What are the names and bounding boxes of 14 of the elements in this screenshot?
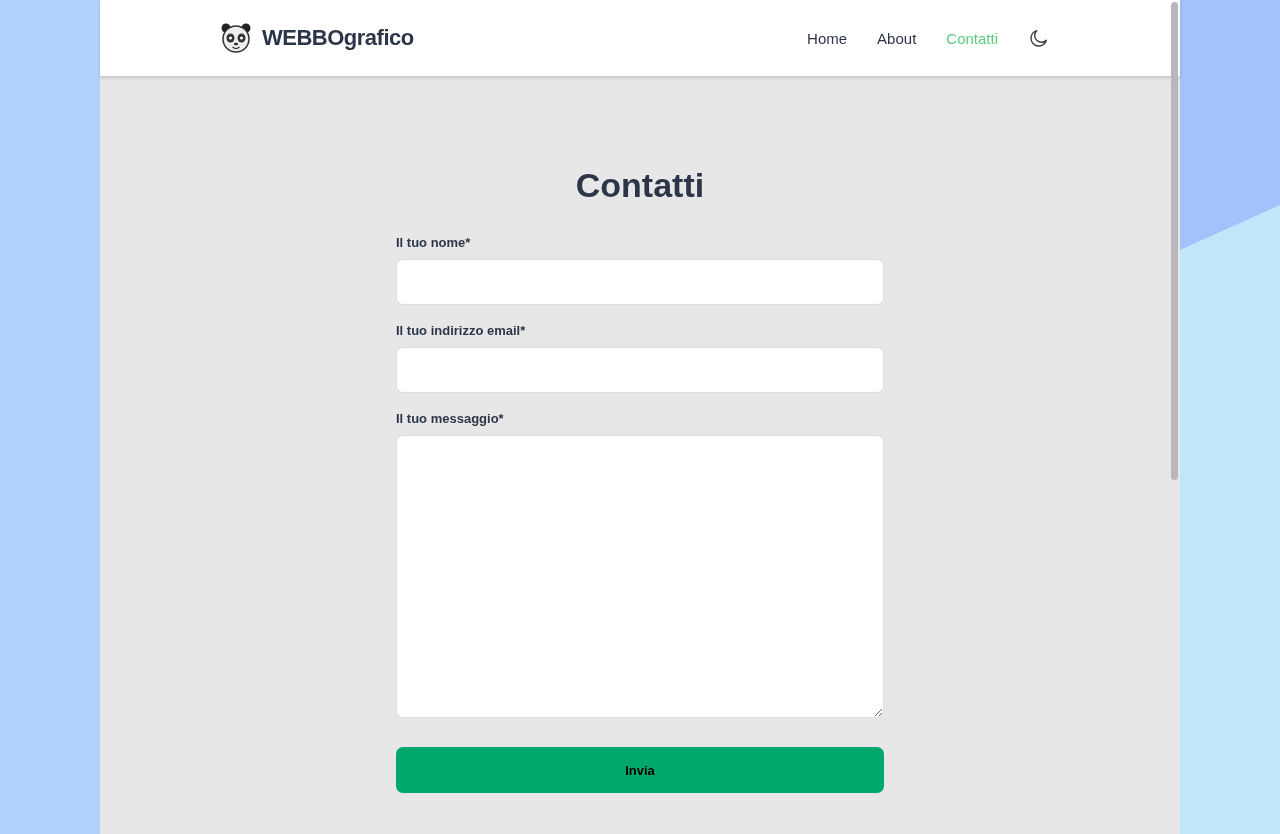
panda-icon bbox=[220, 22, 252, 54]
submit-button[interactable]: Invia bbox=[396, 747, 884, 793]
email-field[interactable] bbox=[396, 347, 884, 393]
field-label: Il tuo nome* bbox=[396, 235, 472, 250]
site-name[interactable]: WEBBOgrafico bbox=[262, 25, 414, 51]
moon-icon[interactable] bbox=[1028, 27, 1050, 49]
nav-link[interactable]: Home bbox=[807, 29, 848, 47]
nav-link[interactable]: About bbox=[877, 29, 917, 47]
name-field[interactable] bbox=[396, 259, 884, 305]
field-label: Il tuo indirizzo email* bbox=[396, 323, 527, 338]
field-label: Il tuo messaggio* bbox=[396, 411, 505, 426]
message-field[interactable] bbox=[396, 435, 884, 718]
scrollbar-thumb[interactable] bbox=[1171, 2, 1178, 480]
page-title: Contatti bbox=[575, 166, 705, 205]
